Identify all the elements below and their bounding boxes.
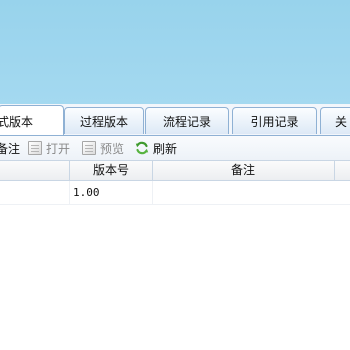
tab-more[interactable]: 关 <box>320 107 350 134</box>
tab-label: 引用记录 <box>250 114 299 129</box>
tab-flow-records[interactable]: 流程记录 <box>145 107 229 134</box>
note-button-label: 备注 <box>0 141 21 156</box>
preview-button-label: 预览 <box>100 141 125 156</box>
refresh-button-label: 刷新 <box>153 141 178 156</box>
header-banner <box>0 0 350 104</box>
tab-label: 式版本 <box>0 114 34 129</box>
refresh-icon <box>135 141 149 155</box>
document-icon <box>28 141 42 155</box>
open-button[interactable]: 打开 <box>28 139 70 157</box>
column-header-version[interactable]: 版本号 <box>70 161 152 180</box>
document-icon <box>82 141 96 155</box>
grid-header: 版本号 备注 <box>0 160 350 181</box>
cell-divider <box>69 181 70 204</box>
column-divider[interactable] <box>334 161 335 180</box>
table-row[interactable]: 1.00 <box>0 181 350 205</box>
cell-divider <box>152 181 153 204</box>
tab-process-version[interactable]: 过程版本 <box>64 107 144 134</box>
tab-label: 过程版本 <box>79 114 128 129</box>
grid-body: 1.00 <box>0 181 350 350</box>
column-header-note[interactable]: 备注 <box>153 161 333 180</box>
note-button[interactable]: 备注 <box>0 139 20 157</box>
window: 式版本 过程版本 流程记录 引用记录 关 备注 打开 预览 刷新 版本号 备注 … <box>0 0 350 350</box>
note-cell <box>156 181 331 204</box>
toolbar: 备注 打开 预览 刷新 <box>0 135 350 160</box>
tab-strip: 式版本 过程版本 流程记录 引用记录 关 <box>0 104 350 136</box>
tab-label: 流程记录 <box>162 114 211 129</box>
version-cell: 1.00 <box>73 186 100 199</box>
open-button-label: 打开 <box>46 141 71 156</box>
tab-reference-records[interactable]: 引用记录 <box>232 107 317 134</box>
refresh-button[interactable]: 刷新 <box>135 139 177 157</box>
preview-button[interactable]: 预览 <box>82 139 124 157</box>
tab-label: 关 <box>335 114 348 129</box>
tab-formal-version[interactable]: 式版本 <box>0 105 64 136</box>
